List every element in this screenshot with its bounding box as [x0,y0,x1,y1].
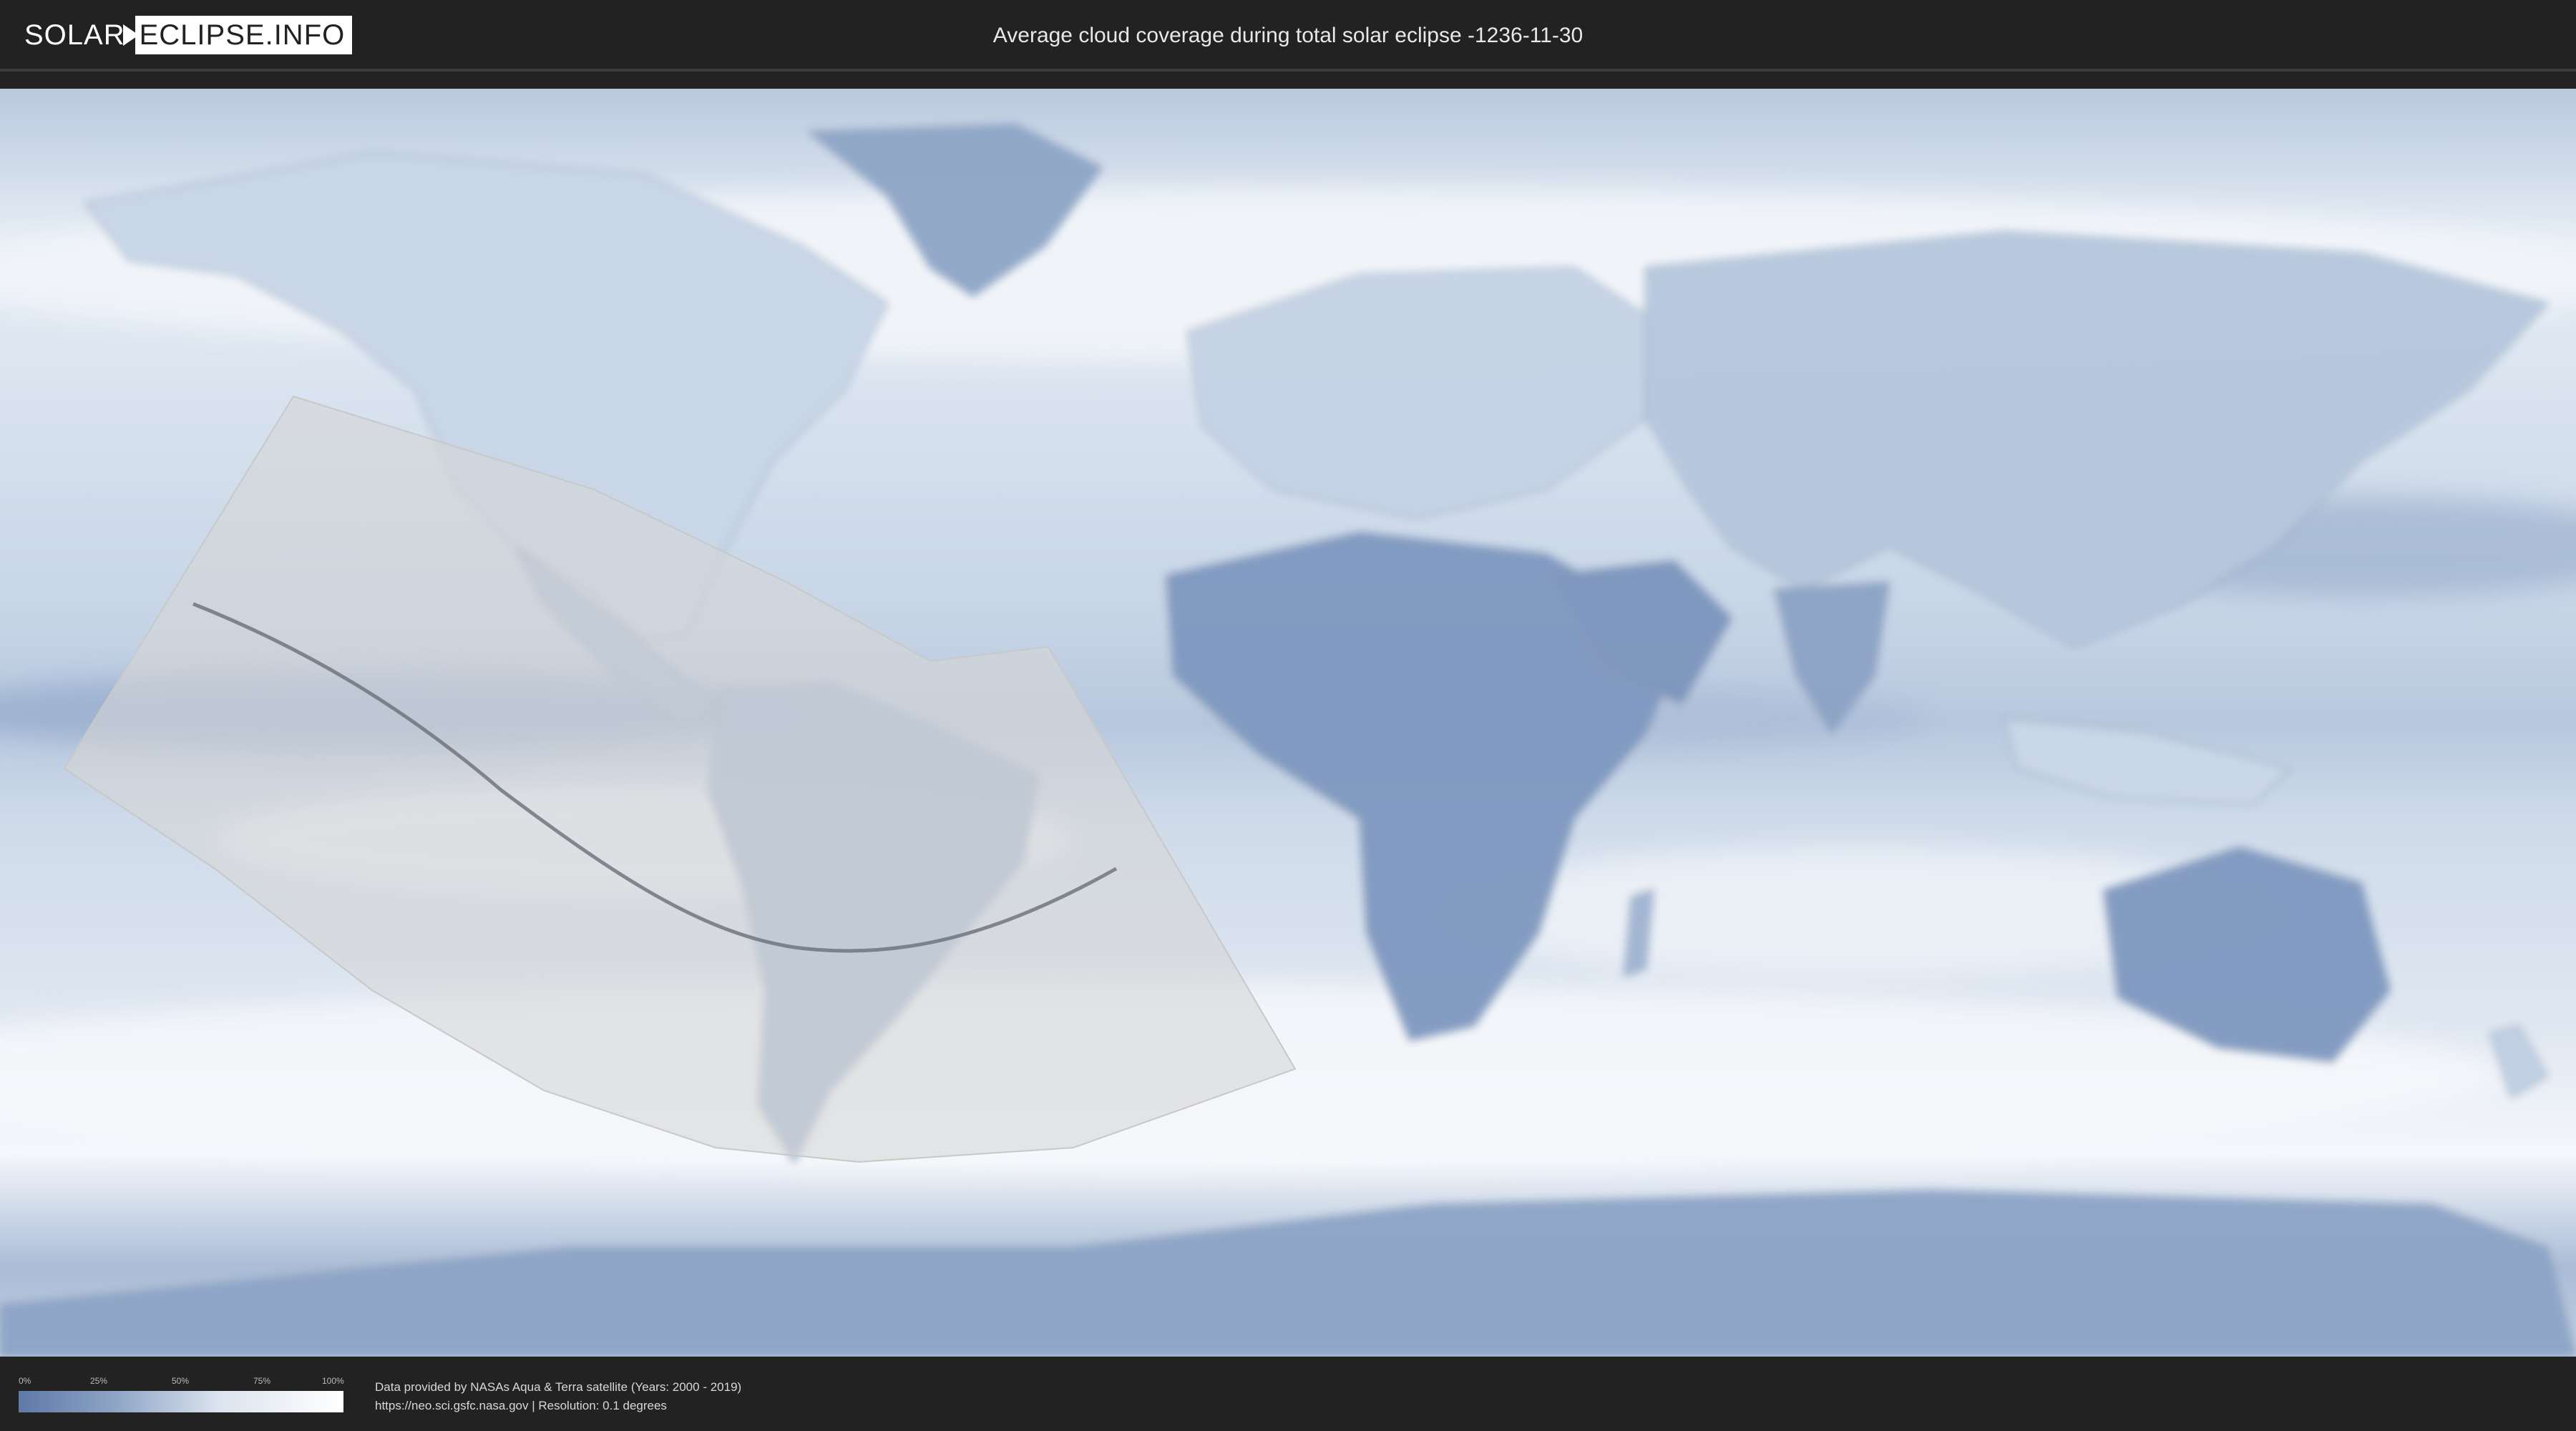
cloud-coverage-legend: 0% 25% 50% 75% 100% [19,1375,344,1415]
footer-bar: 0% 25% 50% 75% 100% Data provided by NAS… [0,1359,2576,1431]
credit-line-2[interactable]: https://neo.sci.gsfc.nasa.gov | Resoluti… [375,1397,741,1415]
legend-tick-75: 75% [253,1376,271,1386]
page-title: Average cloud coverage during total sola… [992,24,1584,47]
data-credits: Data provided by NASAs Aqua & Terra sate… [375,1378,741,1415]
legend-tick-50: 50% [172,1376,190,1386]
header-bar: SOLAR ECLIPSE.INFO Average cloud coverag… [0,0,2576,72]
cloud-coverage-map[interactable] [0,89,2576,1357]
credit-line-1: Data provided by NASAs Aqua & Terra sate… [375,1380,742,1394]
world-map-icon [0,89,2576,1357]
legend-tick-100: 100% [322,1376,344,1386]
legend-tick-25: 25% [90,1376,108,1386]
legend-ticks: 0% 25% 50% 75% 100% [19,1375,344,1388]
page: SOLAR ECLIPSE.INFO Average cloud coverag… [0,0,2576,1431]
legend-tick-0: 0% [19,1376,31,1386]
legend-color-scale [19,1391,343,1412]
